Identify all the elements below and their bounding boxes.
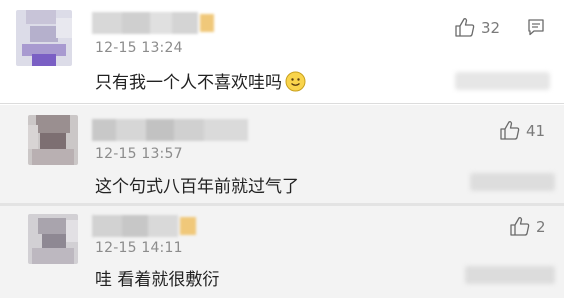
comment-date: 12-15 13:24 — [95, 40, 183, 56]
comment-date: 12-15 14:11 — [95, 240, 183, 256]
like-count: 32 — [481, 18, 501, 37]
comment-item-3: 12-15 14:11 哇 看着就很敷衍 2 — [0, 206, 564, 298]
comment-date: 12-15 13:57 — [95, 146, 183, 162]
thumbs-up-icon — [500, 121, 520, 140]
thumbs-up-icon — [455, 18, 475, 37]
like-button[interactable]: 41 — [500, 121, 545, 140]
blurred-area — [470, 173, 555, 191]
like-button[interactable]: 32 — [455, 18, 500, 37]
comment-text: 这个句式八百年前就过气了 — [95, 177, 299, 197]
avatar[interactable] — [28, 115, 78, 165]
like-button[interactable]: 2 — [510, 217, 546, 236]
comment-text: 只有我一个人不喜欢哇吗 — [95, 68, 306, 93]
like-count: 2 — [536, 217, 546, 236]
username-blurred[interactable] — [92, 119, 252, 141]
comment-bubble-icon[interactable] — [527, 18, 545, 36]
like-count: 41 — [526, 121, 546, 140]
username-blurred[interactable] — [92, 12, 222, 34]
smiley-emoji — [285, 71, 306, 92]
comment-text: 哇 看着就很敷衍 — [95, 270, 220, 290]
avatar[interactable] — [28, 214, 78, 264]
username-blurred[interactable] — [92, 215, 202, 237]
thumbs-up-icon — [510, 217, 530, 236]
comment-text-body: 只有我一个人不喜欢哇吗 — [95, 73, 282, 93]
comment-item-1: 12-15 13:24 只有我一个人不喜欢哇吗 32 — [0, 0, 564, 104]
blurred-area — [455, 72, 550, 90]
blurred-area — [465, 266, 555, 284]
comment-item-2: 12-15 13:57 这个句式八百年前就过气了 41 — [0, 105, 564, 203]
avatar[interactable] — [16, 10, 72, 66]
